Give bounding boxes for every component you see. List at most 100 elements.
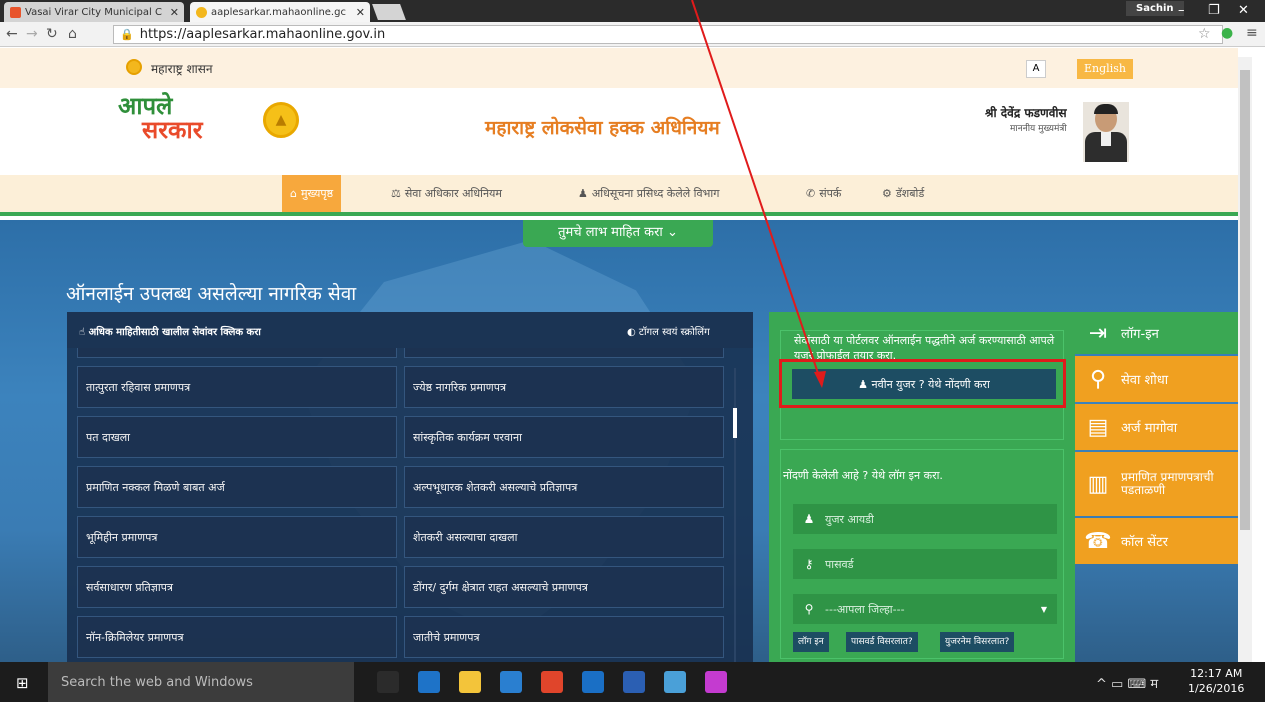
annotation-highlight-box — [779, 359, 1066, 408]
login-title: नोंदणी केलेली आहे ? येथे लॉग इन करा. — [783, 469, 943, 482]
bookmark-star-icon[interactable]: ☆ — [1198, 26, 1211, 42]
login-button[interactable]: लॉग इन — [793, 632, 829, 652]
web-page: महाराष्ट्र शासन A English आपले सरकार ▲ म… — [0, 48, 1238, 662]
site-favicon — [10, 6, 21, 18]
taskbar-app-edge-icon[interactable] — [418, 671, 440, 693]
taskbar-app-word-icon[interactable] — [623, 671, 645, 693]
tab-close-icon[interactable]: ✕ — [170, 6, 179, 19]
nav-dashboard[interactable]: ⚙ डॅशबोर्ड — [874, 175, 932, 212]
browser-tab-active[interactable]: aaplesarkar.mahaonline.gc ✕ — [190, 2, 370, 22]
nav-service-rights-act[interactable]: ⚖ सेवा अधिकार अधिनियम — [383, 175, 510, 212]
notification-icon[interactable]: ▭ — [1111, 677, 1123, 692]
system-clock[interactable]: 12:17 AM 1/26/2016 — [1188, 666, 1244, 696]
user-id-field[interactable]: ♟ युजर आयडी — [793, 504, 1057, 534]
forgot-password-link[interactable]: पासवर्ड विसरलात? — [846, 632, 918, 652]
registration-panel: सेवांसाठी या पोर्टलवर ऑनलाईन पद्धतीने अर… — [769, 312, 1075, 662]
service-item[interactable]: डोंगर/ दुर्गम क्षेत्रात राहत असल्याचे प्… — [404, 566, 724, 608]
taskbar-app-chrome-icon[interactable] — [541, 671, 563, 693]
tab-close-icon[interactable]: ✕ — [356, 6, 365, 19]
chevron-down-icon: ⌄ — [666, 225, 678, 240]
windows-start-icon[interactable]: ⊞ — [16, 674, 29, 692]
side-item-track-application[interactable]: ▤ अर्ज मागोवा — [1075, 404, 1238, 450]
service-item[interactable]: सर्वसाधारण प्रतिज्ञापत्र — [77, 566, 397, 608]
auto-scroll-toggle[interactable]: ◐ टॉगल स्वयं स्क्रोलिंग — [627, 324, 710, 338]
cm-photo — [1083, 102, 1129, 162]
service-item[interactable]: तात्पुरता रहिवास प्रमाणपत्र — [77, 366, 397, 408]
font-size-button[interactable]: A — [1026, 60, 1046, 78]
hero-section: तुमचे लाभ माहित करा ⌄ ऑनलाईन उपलब्ध असले… — [0, 220, 1238, 662]
caret-down-icon: ▼ — [1040, 604, 1047, 614]
minimize-icon[interactable]: – — [1178, 3, 1185, 18]
new-tab-button[interactable] — [372, 4, 406, 20]
sign-in-icon: ⇥ — [1088, 320, 1108, 346]
chevron-up-icon[interactable]: ^ — [1096, 677, 1107, 692]
taskbar-app-paint-icon[interactable] — [705, 671, 727, 693]
language-button[interactable]: English — [1077, 59, 1133, 79]
service-item-partial[interactable] — [404, 348, 724, 358]
forward-icon[interactable]: → — [26, 26, 38, 42]
page-title: महाराष्ट्र लोकसेवा हक्क अधिनियम — [485, 117, 720, 139]
service-item[interactable]: पत दाखला — [77, 416, 397, 458]
back-icon[interactable]: ← — [6, 26, 18, 42]
gavel-icon: ⚖ — [391, 187, 401, 200]
gears-icon: ⚙ — [882, 187, 892, 200]
taskbar-app-store-icon[interactable] — [500, 671, 522, 693]
nav-contact[interactable]: ✆ संपर्क — [798, 175, 849, 212]
lock-icon: 🔒 — [120, 28, 134, 41]
service-item[interactable]: प्रमाणित नक्कल मिळणे बाबत अर्ज — [77, 466, 397, 508]
maximize-icon[interactable]: ❐ — [1208, 3, 1220, 18]
profile-user-name[interactable]: Sachin — [1126, 1, 1184, 16]
side-item-call-center[interactable]: ☎ कॉल सेंटर — [1075, 518, 1238, 564]
side-item-search-service[interactable]: ⚲ सेवा शोधा — [1075, 356, 1238, 402]
cm-name: श्री देवेंद्र फडणवीस — [985, 106, 1067, 120]
government-title: महाराष्ट्र शासन — [151, 62, 213, 76]
side-item-login[interactable]: ⇥ लॉग-इन — [1075, 312, 1238, 354]
taskbar-app-file-explorer-icon[interactable] — [459, 671, 481, 693]
service-item[interactable]: अल्पभूधारक शेतकरी असल्याचे प्रतिज्ञापत्र — [404, 466, 724, 508]
aaple-sarkar-logo[interactable]: आपले सरकार — [118, 94, 203, 142]
system-tray[interactable]: ^ ▭ ⌨ म — [1096, 674, 1158, 692]
keyboard-icon[interactable]: ⌨ — [1127, 677, 1146, 692]
nav-label: मुख्यपृष्ठ — [300, 187, 334, 200]
nav-home[interactable]: ⌂ मुख्यपृष्ठ — [282, 175, 342, 212]
taskbar-app-app-icon[interactable] — [664, 671, 686, 693]
side-label: प्रमाणित प्रमाणपत्राची पडताळणी — [1121, 470, 1214, 497]
service-item[interactable]: नॉन-क्रिमिलेयर प्रमाणपत्र — [77, 616, 397, 658]
password-field[interactable]: ⚷ पासवर्ड — [793, 549, 1057, 579]
reload-icon[interactable]: ↻ — [46, 26, 58, 42]
password-placeholder: पासवर्ड — [825, 557, 854, 571]
government-strip: महाराष्ट्र शासन A English — [0, 48, 1238, 88]
service-item[interactable]: शेतकरी असल्याचा दाखला — [404, 516, 724, 558]
know-benefits-tab[interactable]: तुमचे लाभ माहित करा ⌄ — [523, 220, 713, 247]
taskbar-app-outlook-icon[interactable] — [582, 671, 604, 693]
nav-notified-departments[interactable]: ♟ अधिसूचना प्रसिध्द केलेले विभाग — [570, 175, 727, 212]
service-item[interactable]: ज्येष्ठ नागरिक प्रमाणपत्र — [404, 366, 724, 408]
service-item[interactable]: सांस्कृतिक कार्यक्रम परवाना — [404, 416, 724, 458]
browser-menu-icon[interactable]: ≡ — [1246, 25, 1258, 41]
browser-tab[interactable]: Vasai Virar City Municipal C ✕ — [4, 2, 184, 22]
side-item-verify-certificate[interactable]: ▥ प्रमाणित प्रमाणपत्राची पडताळणी — [1075, 452, 1238, 516]
pointer-icon: ☝ — [79, 327, 89, 338]
key-icon: ⚷ — [804, 557, 814, 571]
taskbar-search[interactable]: Search the web and Windows — [48, 662, 354, 702]
extension-icon[interactable]: ● — [1221, 25, 1233, 41]
browser-toolbar: ← → ↻ ⌂ 🔒 https://aaplesarkar.mahaonline… — [0, 22, 1265, 47]
service-item[interactable]: जातीचे प्रमाणपत्र — [404, 616, 724, 658]
benefit-label: तुमचे लाभ माहित करा — [558, 225, 663, 240]
site-header: आपले सरकार ▲ महाराष्ट्र लोकसेवा हक्क अधि… — [0, 88, 1238, 175]
home-icon[interactable]: ⌂ — [68, 26, 77, 42]
page-scrollbar-thumb[interactable] — [1240, 70, 1250, 530]
district-select[interactable]: ⚲ ---आपला जिल्हा--- ▼ — [793, 594, 1057, 624]
user-id-placeholder: युजर आयडी — [825, 512, 874, 526]
services-scroll-thumb[interactable] — [733, 408, 737, 438]
side-label: लॉग-इन — [1121, 327, 1159, 342]
nav-label: सेवा अधिकार अधिनियम — [404, 187, 503, 200]
close-window-icon[interactable]: ✕ — [1238, 3, 1249, 18]
forgot-username-link[interactable]: युजरनेम विसरलात? — [940, 632, 1015, 652]
cm-role: माननीय मुख्यमंत्री — [1010, 124, 1067, 134]
address-bar[interactable]: 🔒 https://aaplesarkar.mahaonline.gov.in — [113, 25, 1223, 44]
taskbar-app-task-view-icon[interactable] — [377, 671, 399, 693]
service-item[interactable]: भूमिहीन प्रमाणपत्र — [77, 516, 397, 558]
service-item-partial[interactable] — [77, 348, 397, 358]
ime-indicator[interactable]: म — [1150, 677, 1158, 692]
